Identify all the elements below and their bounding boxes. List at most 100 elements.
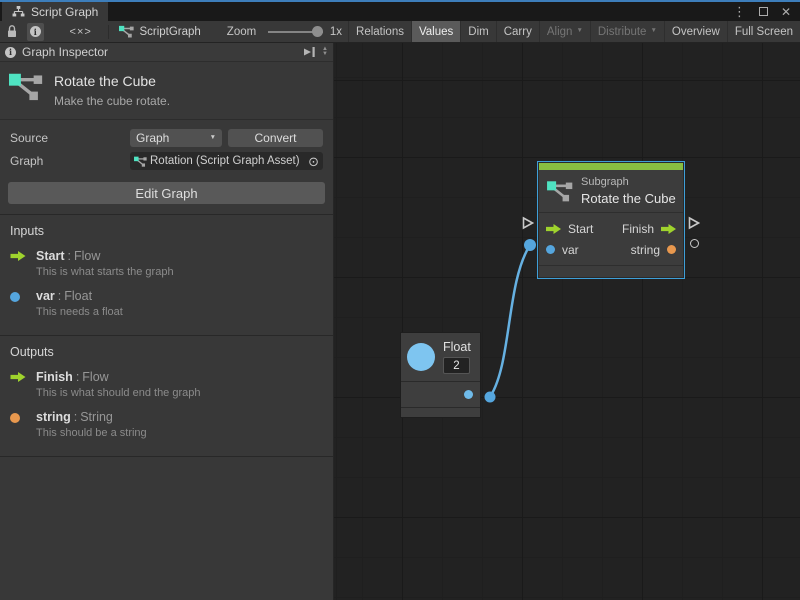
input-entry-start: Start:Flow This is what starts the graph [10,249,323,278]
entry-line: var:Float [36,289,123,303]
inspector-toggle-button[interactable]: i [27,23,44,41]
script-graph-icon [134,156,147,167]
maximize-icon[interactable] [759,7,768,16]
flow-input-port-icon[interactable] [546,224,561,234]
tab-script-graph[interactable]: Script Graph [2,2,108,21]
carry-button[interactable]: Carry [496,21,539,42]
string-port-icon [10,410,28,439]
input-entry-var: var:Float This needs a float [10,289,323,318]
node-footer [539,266,683,277]
flow-input-connector-icon[interactable] [522,216,534,230]
dim-button[interactable]: Dim [460,21,495,42]
outputs-section: Outputs Finish:Flow This is what should … [0,336,333,457]
graph-object-value: Rotation (Script Graph Asset) [150,155,305,167]
output-entry-finish: Finish:Flow This is what should end the … [10,370,323,399]
overview-button[interactable]: Overview [664,21,727,42]
graph-title-block: Rotate the Cube Make the cube rotate. [0,62,333,120]
dock-panel-icon[interactable] [304,47,316,57]
node-type-badge: Subgraph [581,176,676,188]
port-label-var: var [562,243,579,257]
graph-row: Graph Rotation (Script Graph Asset) ⊙ [10,152,323,170]
entry-line: string:String [36,410,147,424]
value-port-row: var string [539,239,683,260]
zoom-label: Zoom [227,26,256,38]
float-node-body [401,381,480,407]
entry-line: Finish:Flow [36,370,201,384]
chevron-down-icon: ▼ [210,135,216,142]
entry-description: This should be a string [36,427,147,439]
inputs-header: Inputs [10,224,323,238]
zoom-slider[interactable] [268,26,323,37]
graph-canvas[interactable]: Subgraph Rotate the Cube Start Finish [334,43,800,600]
toolbar-separator [108,25,109,39]
panel-scroll-arrows[interactable]: ▲ ▼ [322,47,328,57]
port-label-finish: Finish [622,222,654,236]
lock-icon[interactable] [7,25,17,38]
scroll-down-icon[interactable]: ▼ [322,52,328,57]
flow-output-port-icon[interactable] [661,224,676,234]
script-graph-asset-icon [9,72,43,108]
graph-hierarchy-icon [12,6,25,17]
float-output-port-icon[interactable] [464,390,473,399]
zoom-slider-handle[interactable] [312,26,323,37]
port-label-start: Start [568,222,593,236]
script-graph-icon [547,180,573,202]
flow-port-row: Start Finish [539,218,683,239]
window-controls: ⋮ ✕ [733,2,800,21]
graph-title: Rotate the Cube [54,73,170,89]
chevron-down-icon: ▼ [576,28,582,35]
float-type-icon [407,343,435,371]
edit-graph-button[interactable]: Edit Graph [8,182,325,204]
graph-field-label: Graph [10,154,130,168]
graph-title-texts: Rotate the Cube Make the cube rotate. [54,72,170,108]
window-menu-icon[interactable]: ⋮ [733,5,746,18]
graph-object-field[interactable]: Rotation (Script Graph Asset) ⊙ [130,152,323,170]
value-port-icon [10,289,28,318]
values-button[interactable]: Values [411,21,460,42]
node-accent-bar [539,163,683,170]
close-icon[interactable]: ✕ [781,6,791,18]
entry-description: This is what should end the graph [36,387,201,399]
entry-description: This needs a float [36,306,123,318]
relations-button[interactable]: Relations [348,21,411,42]
info-icon: i [5,47,16,58]
string-output-connector-icon[interactable] [690,239,699,248]
connection-wire[interactable] [334,43,800,600]
float-value-input[interactable]: 2 [443,357,470,374]
inspector-header-title: Graph Inspector [22,45,298,59]
node-ports: Start Finish var string [539,212,683,266]
script-graph-breadcrumb[interactable]: ScriptGraph [139,26,200,38]
toolbar-buttons: Relations Values Dim Carry Align▼ Distri… [348,21,800,42]
source-row: Source Graph ▼ Convert [10,129,323,147]
entry-line: Start:Flow [36,249,174,263]
info-icon: i [30,26,41,37]
source-dropdown[interactable]: Graph ▼ [130,129,222,147]
subgraph-node-header[interactable]: Subgraph Rotate the Cube [539,170,683,212]
inputs-section: Inputs Start:Flow This is what starts th… [0,215,333,336]
full-screen-button[interactable]: Full Screen [727,21,800,42]
subgraph-node[interactable]: Subgraph Rotate the Cube Start Finish [538,162,684,278]
distribute-button[interactable]: Distribute▼ [590,21,664,42]
object-picker-icon[interactable]: ⊙ [308,155,319,168]
source-label: Source [10,131,130,145]
zoom-value: 1x [330,26,342,38]
chevron-down-icon: ▼ [650,28,656,35]
flow-output-connector-icon[interactable] [688,216,700,230]
float-node-title: Float [443,340,471,354]
align-button[interactable]: Align▼ [539,21,590,42]
inspector-form: Source Graph ▼ Convert Graph Rotation (S… [0,120,333,179]
main-split: i Graph Inspector ▲ ▼ Rotate the Cube Ma… [0,43,800,600]
tab-label: Script Graph [31,5,98,19]
flow-arrow-icon [10,370,28,399]
float-node[interactable]: Float 2 [400,332,481,418]
float-node-header[interactable]: Float 2 [401,333,480,381]
entry-description: This is what starts the graph [36,266,174,278]
graph-inspector-panel: i Graph Inspector ▲ ▼ Rotate the Cube Ma… [0,43,334,600]
graph-subtitle: Make the cube rotate. [54,94,170,108]
view-source-icon[interactable]: <×> [70,26,92,38]
graph-toolbar: i <×> ScriptGraph Zoom 1x Relations Valu… [0,21,800,43]
float-input-port-icon[interactable] [546,245,555,254]
string-output-port-icon[interactable] [667,245,676,254]
convert-button[interactable]: Convert [228,129,323,147]
source-dropdown-value: Graph [136,131,210,145]
